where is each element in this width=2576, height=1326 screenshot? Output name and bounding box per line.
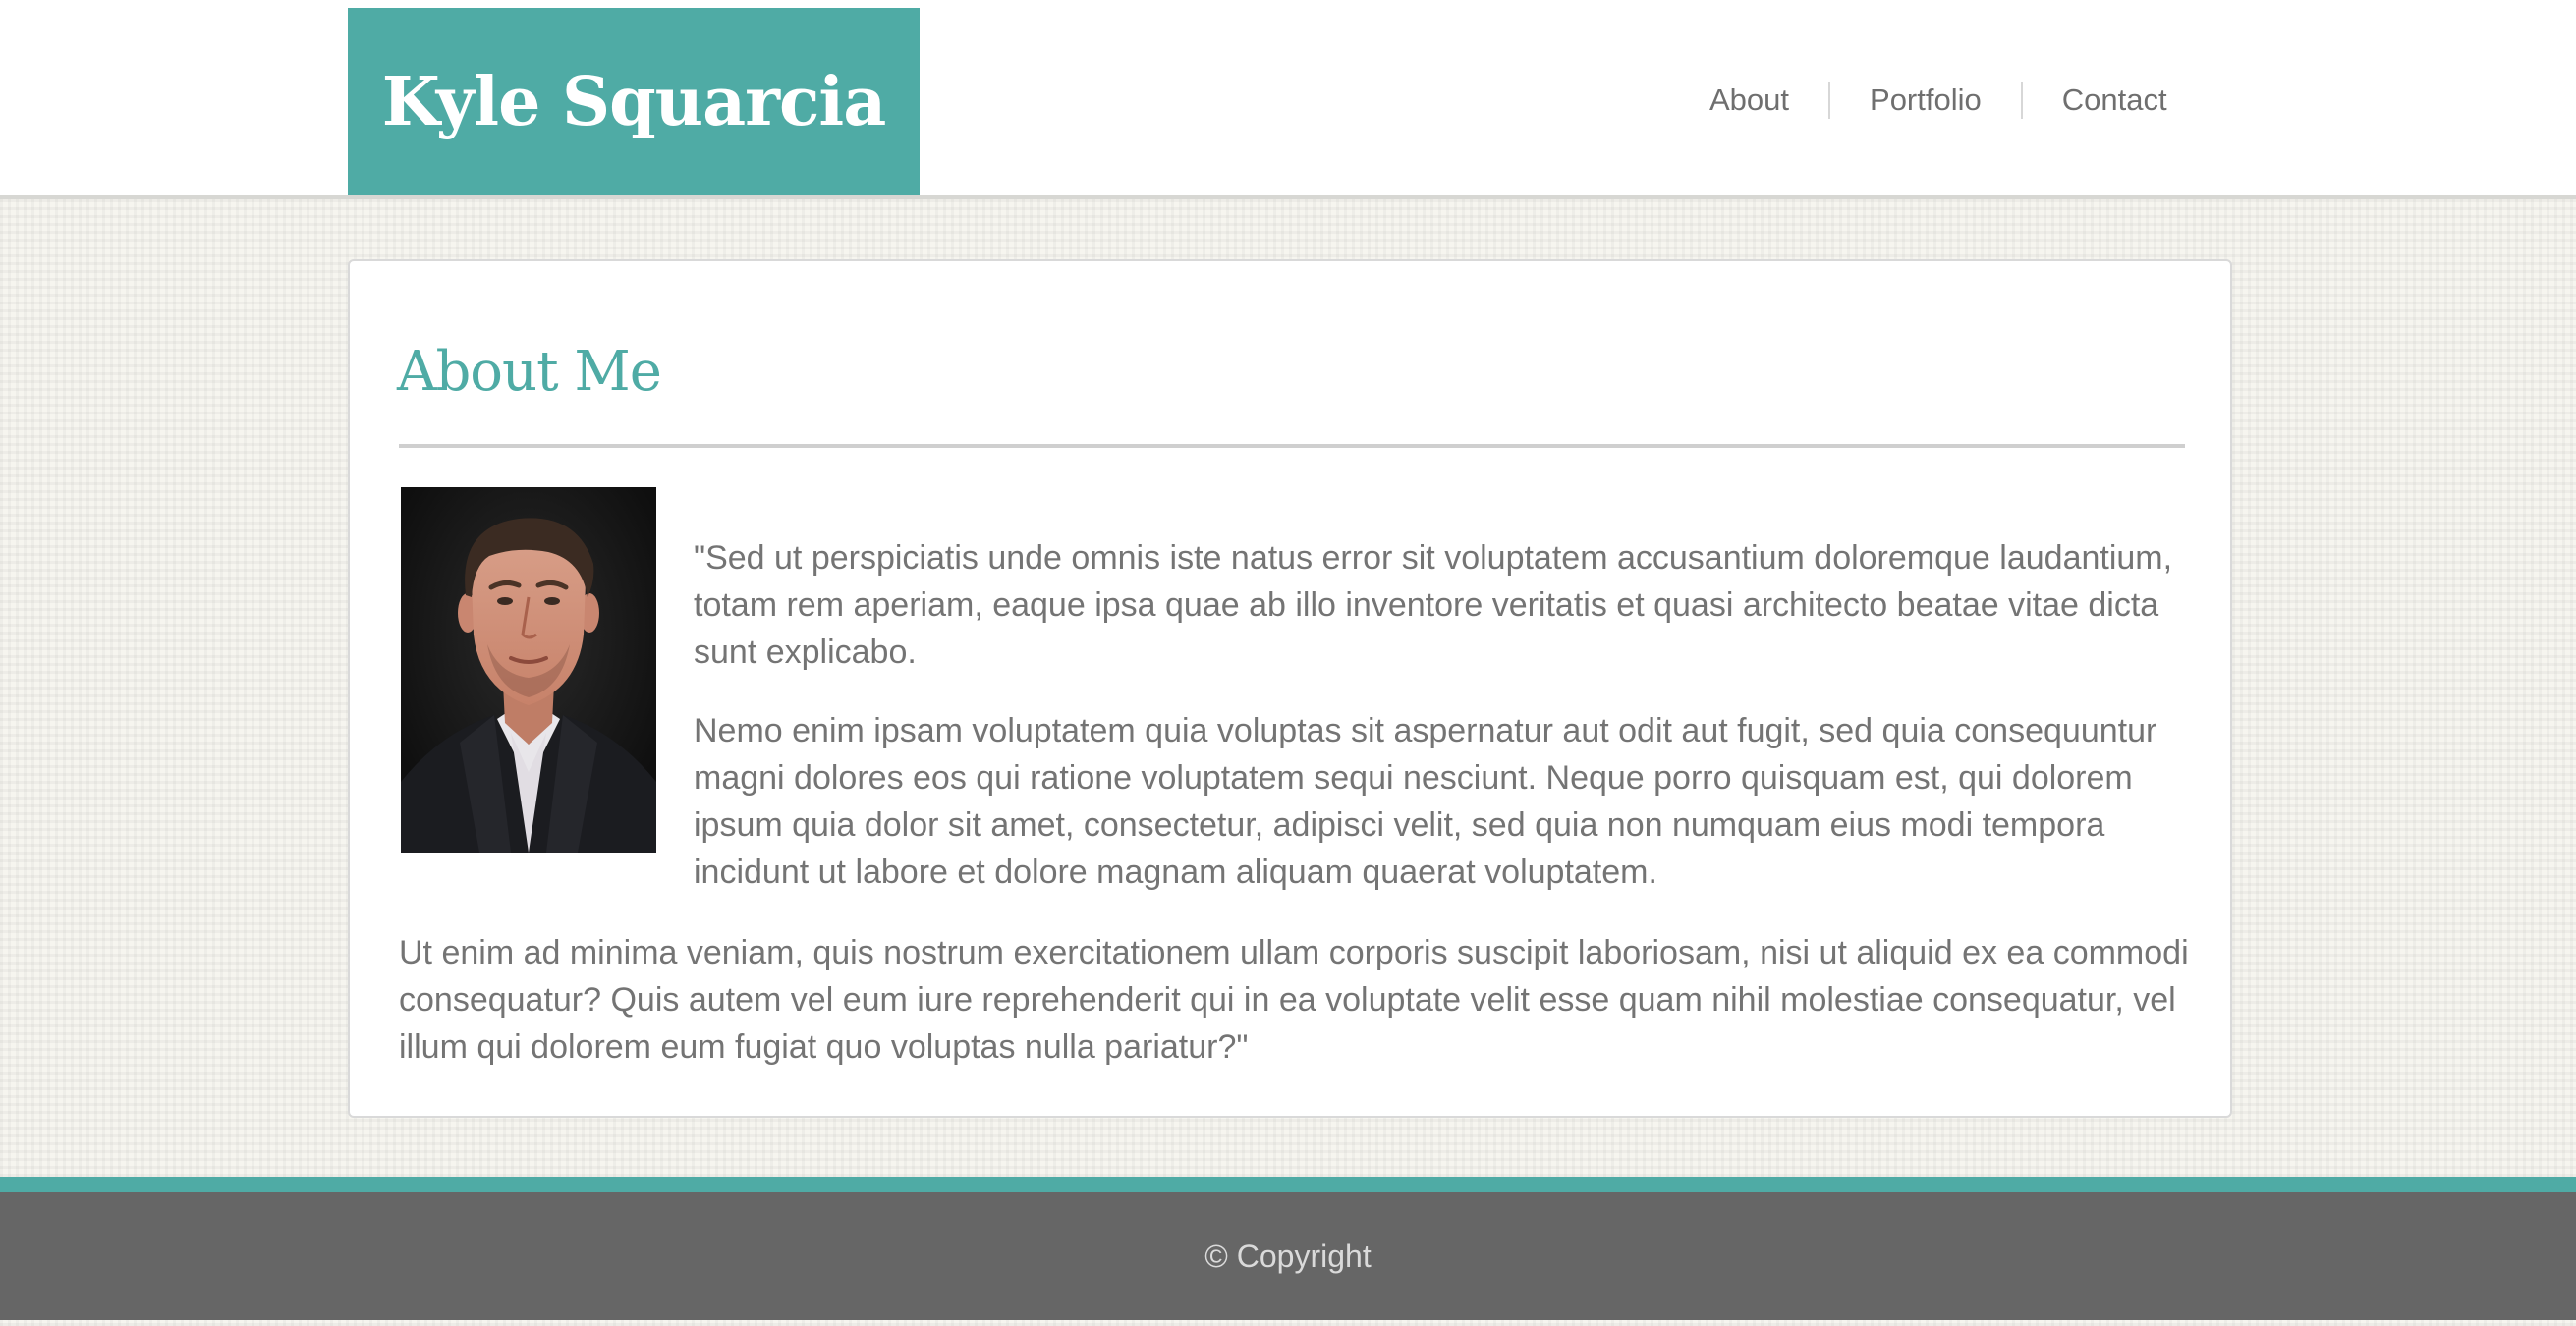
site-footer: © Copyright	[0, 1192, 2576, 1320]
nav-link-portfolio[interactable]: Portfolio	[1828, 82, 2021, 119]
nav-link-contact[interactable]: Contact	[2020, 82, 2207, 119]
main-nav: About Portfolio Contact	[1670, 71, 2207, 130]
brand-logo[interactable]: Kyle Squarcia	[348, 8, 920, 195]
page-title: About Me	[397, 340, 662, 404]
about-paragraph-3: Ut enim ad minima veniam, quis nostrum e…	[399, 934, 2189, 1066]
nav-link-about[interactable]: About	[1670, 82, 1828, 119]
copyright-text: © Copyright	[1204, 1238, 1372, 1274]
site-header: Kyle Squarcia About Portfolio Contact	[0, 0, 2576, 199]
about-paragraph-2: Nemo enim ipsam voluptatem quia voluptas…	[694, 712, 2157, 891]
portrait-photo	[401, 487, 656, 853]
brand-name: Kyle Squarcia	[381, 62, 887, 141]
about-paragraph-1: "Sed ut perspiciatis unde omnis iste nat…	[694, 539, 2173, 671]
footer-accent-bar	[0, 1177, 2576, 1192]
about-card: About Me "Sed ut perspiciatis unde omnis…	[348, 259, 2232, 1118]
title-divider	[399, 444, 2185, 448]
